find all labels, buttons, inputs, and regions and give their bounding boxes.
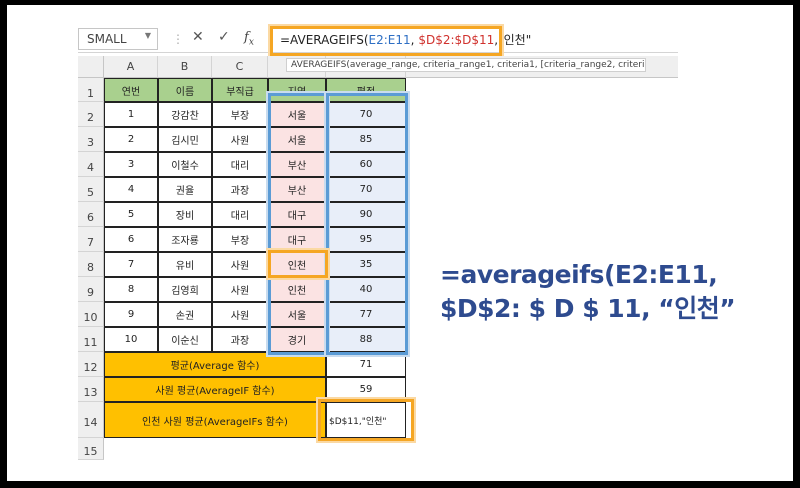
- row-header[interactable]: 5: [78, 177, 104, 202]
- row-header[interactable]: 4: [78, 152, 104, 177]
- header-cell[interactable]: 부직급: [212, 78, 268, 102]
- table-cell[interactable]: 장비: [158, 202, 212, 227]
- table-cell[interactable]: 60: [326, 152, 406, 177]
- row-header[interactable]: 3: [78, 127, 104, 152]
- row-header[interactable]: 10: [78, 302, 104, 327]
- table-cell[interactable]: 사원: [212, 277, 268, 302]
- formula-input[interactable]: =AVERAGEIFS(E2:E11, $D$2:$D$11,"인천": [274, 27, 531, 51]
- table-cell[interactable]: 대구: [268, 227, 326, 252]
- formula-bar: SMALL ▼ ⋮ ✕ ✓ fx =AVERAGEIFS(E2:E11, $D$…: [78, 25, 678, 53]
- table-cell[interactable]: 70: [326, 102, 406, 127]
- row-header[interactable]: 14: [78, 402, 104, 438]
- summary-value[interactable]: 59: [326, 377, 406, 402]
- table-cell[interactable]: 김영희: [158, 277, 212, 302]
- table-cell[interactable]: 사원: [212, 302, 268, 327]
- table-cell[interactable]: 85: [326, 127, 406, 152]
- table-cell[interactable]: 부장: [212, 102, 268, 127]
- row-header[interactable]: 13: [78, 377, 104, 402]
- table-cell[interactable]: 10: [104, 327, 158, 352]
- row-header[interactable]: 11: [78, 327, 104, 352]
- table-cell[interactable]: 7: [104, 252, 158, 277]
- header-cell[interactable]: 이름: [158, 78, 212, 102]
- table-cell[interactable]: 9: [104, 302, 158, 327]
- table-cell[interactable]: 경기: [268, 327, 326, 352]
- col-header-a[interactable]: A: [104, 56, 158, 78]
- cancel-icon[interactable]: ✕: [192, 29, 204, 45]
- row-header[interactable]: 2: [78, 102, 104, 127]
- function-tooltip: AVERAGEIFS(average_range, criteria_range…: [286, 58, 646, 72]
- row-header[interactable]: 7: [78, 227, 104, 252]
- table-cell[interactable]: 조자룡: [158, 227, 212, 252]
- separator-icon: ⋮: [172, 32, 184, 46]
- table-cell[interactable]: 대구: [268, 202, 326, 227]
- row-header[interactable]: 9: [78, 277, 104, 302]
- table-cell[interactable]: 부산: [268, 152, 326, 177]
- table-cell[interactable]: 1: [104, 102, 158, 127]
- table-cell[interactable]: 서울: [268, 102, 326, 127]
- col-header-b[interactable]: B: [158, 56, 212, 78]
- annotation-line-2: $D$2: $ D $ 11, “인천”: [440, 294, 736, 323]
- name-box[interactable]: SMALL ▼: [78, 28, 158, 50]
- table-cell[interactable]: 95: [326, 227, 406, 252]
- summary-label[interactable]: 인천 사원 평균(AverageIFs 함수): [104, 402, 326, 438]
- table-cell[interactable]: 부산: [268, 177, 326, 202]
- table-cell[interactable]: 90: [326, 202, 406, 227]
- formula-annotation: =averageifs(E2:E11, $D$2: $ D $ 11, “인천”: [440, 258, 736, 326]
- active-cell-formula[interactable]: $D$11,"인천": [326, 402, 406, 438]
- table-cell[interactable]: 88: [326, 327, 406, 352]
- table-cell[interactable]: 인천: [268, 277, 326, 302]
- formula-arg3: ,"인천": [494, 33, 532, 47]
- table-cell[interactable]: 강감찬: [158, 102, 212, 127]
- header-cell[interactable]: 연번: [104, 78, 158, 102]
- annotation-line-1: =averageifs(E2:E11,: [440, 260, 718, 289]
- summary-value[interactable]: 71: [326, 352, 406, 377]
- table-cell[interactable]: 8: [104, 277, 158, 302]
- header-cell[interactable]: 지역: [268, 78, 326, 102]
- table-cell[interactable]: 40: [326, 277, 406, 302]
- chevron-down-icon[interactable]: ▼: [145, 31, 151, 40]
- formula-prefix: =AVERAGEIFS(: [280, 33, 369, 47]
- row-header[interactable]: 6: [78, 202, 104, 227]
- table-cell[interactable]: 5: [104, 202, 158, 227]
- table-cell[interactable]: 손권: [158, 302, 212, 327]
- table-cell[interactable]: 인천: [268, 252, 326, 277]
- table-cell[interactable]: 6: [104, 227, 158, 252]
- table-cell[interactable]: 서울: [268, 302, 326, 327]
- summary-label[interactable]: 사원 평균(AverageIF 함수): [104, 377, 326, 402]
- row-header[interactable]: 12: [78, 352, 104, 377]
- table-cell[interactable]: 과장: [212, 177, 268, 202]
- table-cell[interactable]: 김시민: [158, 127, 212, 152]
- table-cell[interactable]: 이철수: [158, 152, 212, 177]
- table-cell[interactable]: 과장: [212, 327, 268, 352]
- table-cell[interactable]: 권율: [158, 177, 212, 202]
- row-header[interactable]: 15: [78, 438, 104, 460]
- col-header-c[interactable]: C: [212, 56, 268, 78]
- table-cell[interactable]: 서울: [268, 127, 326, 152]
- formula-arg2: $D$2:$D$11: [418, 33, 495, 47]
- table-cell[interactable]: 70: [326, 177, 406, 202]
- summary-label[interactable]: 평균(Average 함수): [104, 352, 326, 377]
- row-header[interactable]: 8: [78, 252, 104, 277]
- table-cell[interactable]: 사원: [212, 127, 268, 152]
- select-all-corner[interactable]: [78, 56, 104, 78]
- table-cell[interactable]: 유비: [158, 252, 212, 277]
- table-cell[interactable]: 77: [326, 302, 406, 327]
- table-cell[interactable]: 35: [326, 252, 406, 277]
- formula-arg1: E2:E11: [368, 33, 411, 47]
- table-cell[interactable]: 3: [104, 152, 158, 177]
- table-cell[interactable]: 대리: [212, 202, 268, 227]
- table-cell[interactable]: 이순신: [158, 327, 212, 352]
- table-cell[interactable]: 2: [104, 127, 158, 152]
- header-cell[interactable]: 평점: [326, 78, 406, 102]
- name-box-value: SMALL: [87, 32, 127, 46]
- row-header[interactable]: 1: [78, 78, 104, 102]
- insert-function-icon[interactable]: fx: [244, 30, 254, 48]
- confirm-icon[interactable]: ✓: [218, 29, 230, 45]
- table-cell[interactable]: 사원: [212, 252, 268, 277]
- table-cell[interactable]: 부장: [212, 227, 268, 252]
- table-cell[interactable]: 대리: [212, 152, 268, 177]
- table-cell[interactable]: 4: [104, 177, 158, 202]
